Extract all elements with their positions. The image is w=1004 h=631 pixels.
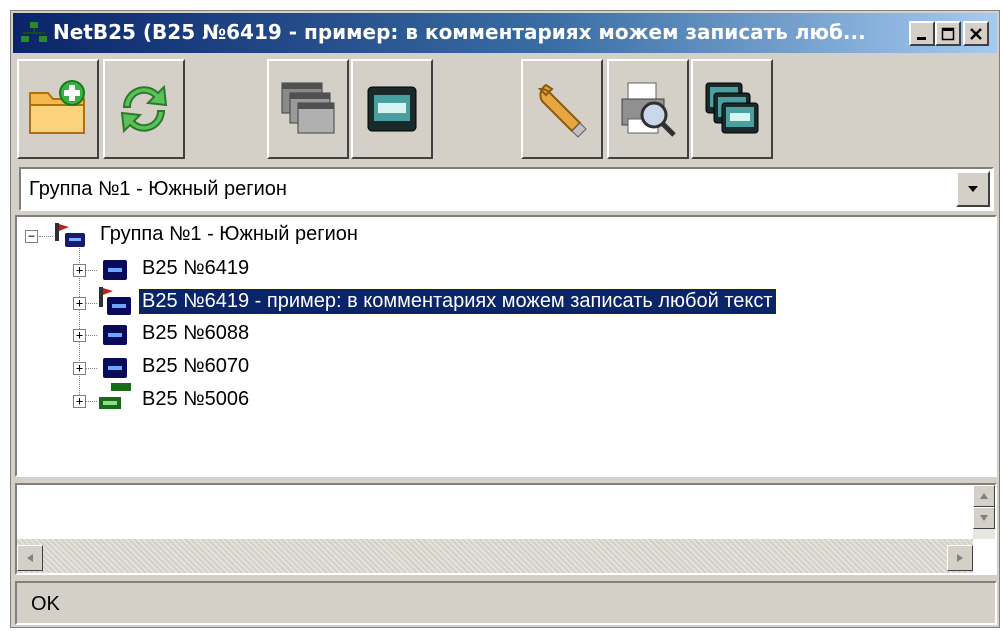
- app-window: NetB25 (B25 №6419 - пример: в комментари…: [10, 10, 1000, 628]
- tree-item-label[interactable]: B25 №6419: [139, 256, 252, 281]
- minimize-icon: [917, 36, 926, 40]
- chevron-up-icon: [980, 493, 988, 499]
- device-blue-icon: [103, 260, 127, 280]
- device-screen-button[interactable]: [351, 59, 433, 159]
- tree-expand-toggle[interactable]: +: [73, 329, 86, 342]
- chevron-right-icon: [957, 554, 963, 562]
- tree-item-label-selected[interactable]: B25 №6419 - пример: в комментариях можем…: [138, 288, 777, 315]
- printer-icon: [621, 82, 676, 137]
- add-folder-icon: [29, 80, 85, 134]
- tree-expand-toggle[interactable]: +: [73, 362, 86, 375]
- scroll-right-button[interactable]: [947, 545, 973, 571]
- close-button[interactable]: [963, 21, 989, 46]
- maximize-icon: [941, 27, 955, 40]
- group-icon: [55, 223, 85, 247]
- chevron-down-icon: [980, 515, 988, 521]
- wrench-icon: [537, 83, 587, 138]
- horizontal-scrollbar[interactable]: [17, 539, 973, 573]
- tree-item-label[interactable]: B25 №5006: [139, 387, 252, 412]
- status-bar: OK: [15, 581, 997, 625]
- minimize-button[interactable]: [909, 21, 935, 46]
- tree-expand-toggle[interactable]: +: [73, 264, 86, 277]
- device-tree[interactable]: − Группа №1 - Южный регион + B25 №6419 +…: [15, 215, 997, 477]
- title-bar[interactable]: NetB25 (B25 №6419 - пример: в комментари…: [13, 13, 997, 53]
- scroll-down-button[interactable]: [973, 507, 995, 529]
- device-green-icon: [99, 383, 131, 409]
- refresh-icon: [120, 84, 168, 134]
- tree-item-label[interactable]: B25 №6088: [139, 321, 252, 346]
- maximize-button[interactable]: [935, 21, 961, 46]
- tree-root-label[interactable]: Группа №1 - Южный регион: [97, 222, 361, 247]
- scroll-left-button[interactable]: [17, 545, 43, 571]
- tree-item-label[interactable]: B25 №6070: [139, 354, 252, 379]
- multi-screen-button[interactable]: [691, 59, 773, 159]
- tree-expand-toggle[interactable]: +: [73, 297, 86, 310]
- close-icon: [970, 27, 982, 40]
- settings-button[interactable]: [521, 59, 603, 159]
- dropdown-button[interactable]: [956, 171, 990, 207]
- group-select[interactable]: Группа №1 - Южный регион: [19, 167, 994, 211]
- device-blue-icon: [103, 358, 127, 378]
- add-folder-button[interactable]: [17, 59, 99, 159]
- network-icon: [21, 22, 47, 42]
- tree-expand-toggle[interactable]: +: [73, 395, 86, 408]
- print-preview-button[interactable]: [607, 59, 689, 159]
- vertical-scrollbar[interactable]: [973, 485, 995, 539]
- tree-connector: [39, 236, 53, 237]
- refresh-button[interactable]: [103, 59, 185, 159]
- output-panel[interactable]: [15, 483, 997, 575]
- tree-collapse-toggle[interactable]: −: [25, 230, 38, 243]
- chevron-down-icon: [968, 186, 978, 192]
- device-blue-icon: [103, 325, 127, 345]
- group-select-value: Группа №1 - Южный регион: [29, 178, 287, 200]
- device-screen-icon: [367, 86, 417, 132]
- windows-icon: [281, 82, 335, 134]
- device-tagged-icon: [99, 287, 131, 315]
- window-title: NetB25 (B25 №6419 - пример: в комментари…: [53, 20, 866, 44]
- windows-button[interactable]: [267, 59, 349, 159]
- chevron-left-icon: [27, 554, 33, 562]
- status-text: OK: [31, 593, 60, 615]
- multi-screen-icon: [705, 82, 759, 134]
- scroll-up-button[interactable]: [973, 485, 995, 507]
